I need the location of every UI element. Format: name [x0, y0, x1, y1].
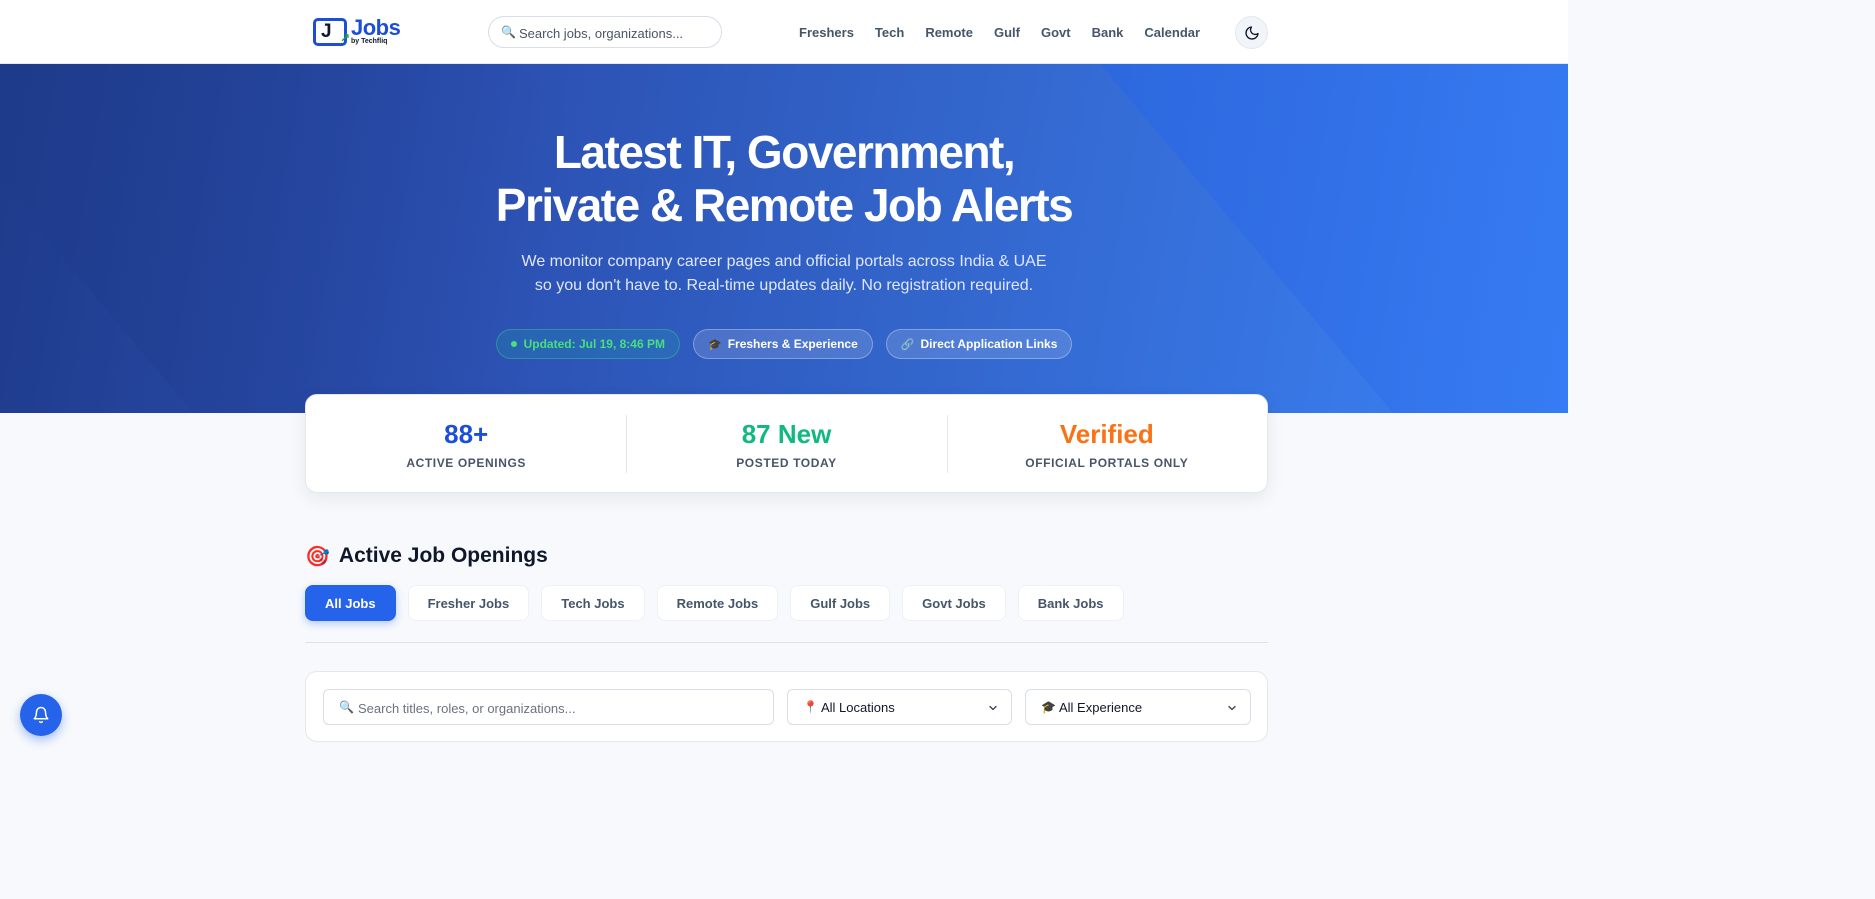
job-category-tabs: All Jobs Fresher Jobs Tech Jobs Remote J…: [305, 585, 1124, 621]
graduation-cap-icon: 🎓: [1041, 700, 1056, 714]
tab-govt-jobs[interactable]: Govt Jobs: [902, 585, 1006, 621]
stat-value: 88+: [444, 419, 489, 449]
nav-govt[interactable]: Govt: [1041, 25, 1071, 40]
header-search: 🔍: [488, 16, 722, 48]
tab-gulf-jobs[interactable]: Gulf Jobs: [790, 585, 891, 621]
stat-label: POSTED TODAY: [736, 456, 837, 470]
links-badge: 🔗 Direct Application Links: [885, 329, 1073, 359]
nav-tech[interactable]: Tech: [875, 25, 904, 40]
logo-subtext: by Techfliq: [351, 38, 388, 45]
target-icon: 🎯: [305, 545, 330, 568]
stat-label: ACTIVE OPENINGS: [406, 456, 526, 470]
bell-icon: [33, 706, 49, 724]
location-select[interactable]: 📍 All Locations: [787, 689, 1012, 725]
updated-text: Updated: Jul 19, 8:46 PM: [523, 337, 665, 351]
moon-icon: [1245, 26, 1259, 40]
hero-pills: Updated: Jul 19, 8:46 PM 🎓 Freshers & Ex…: [0, 329, 1568, 359]
site-logo[interactable]: J ↗ Jobs by Techfliq: [313, 15, 405, 48]
top-header: J↗ Jobs by Techfliq 🔍 Freshers Tech Remo…: [0, 0, 1568, 64]
stats-card: 88+ ACTIVE OPENINGS 87 New POSTED TODAY …: [305, 394, 1268, 493]
filter-bar: 🔍 📍 All Locations 🎓 All Experience: [305, 671, 1268, 742]
nav-bank[interactable]: Bank: [1092, 25, 1124, 40]
hero-subtitle-line1: We monitor company career pages and offi…: [521, 253, 1047, 270]
tab-bank-jobs[interactable]: Bank Jobs: [1017, 585, 1124, 621]
nav-calendar[interactable]: Calendar: [1144, 25, 1200, 40]
map-pin-icon: 📍: [803, 700, 818, 714]
live-dot-icon: [510, 341, 517, 347]
hero-title: Latest IT, Government, Private & Remote …: [0, 126, 1568, 232]
hero-decor-left: [0, 64, 813, 413]
nav-freshers[interactable]: Freshers: [799, 25, 854, 40]
tabs-divider: [305, 642, 1268, 643]
section-title: Active Job Openings: [338, 544, 548, 567]
tab-tech-jobs[interactable]: Tech Jobs: [541, 585, 645, 621]
nav-gulf[interactable]: Gulf: [994, 25, 1020, 40]
stat-value: Verified: [1059, 419, 1154, 449]
notification-bell-button[interactable]: [20, 694, 62, 736]
location-select-value: All Locations: [821, 700, 895, 715]
search-icon: 🔍: [501, 25, 516, 39]
hero-decor-right: [1100, 64, 1568, 413]
tab-all-jobs[interactable]: All Jobs: [305, 585, 396, 621]
hero-title-line2: Private & Remote Job Alerts: [495, 179, 1074, 231]
hero-subtitle: We monitor company career pages and offi…: [0, 250, 1568, 298]
growth-arrow-icon: ↗: [339, 31, 350, 45]
stat-value: 87 New: [741, 419, 832, 449]
graduation-cap-icon: 🎓: [707, 338, 722, 351]
hero-title-line1: Latest IT, Government,: [553, 126, 1016, 178]
nav-remote[interactable]: Remote: [925, 25, 973, 40]
hero-subtitle-line2: so you don't have to. Real-time updates …: [534, 277, 1034, 294]
stat-posted-today: 87 New POSTED TODAY: [626, 395, 946, 492]
experience-badge-text: Freshers & Experience: [727, 337, 858, 351]
stat-label: OFFICIAL PORTALS ONLY: [1025, 456, 1189, 470]
hero-banner: Latest IT, Government, Private & Remote …: [0, 64, 1568, 413]
stat-active-openings: 88+ ACTIVE OPENINGS: [306, 395, 626, 492]
job-search-input[interactable]: [358, 698, 758, 718]
search-icon: 🔍: [339, 700, 354, 714]
updated-badge: Updated: Jul 19, 8:46 PM: [495, 329, 680, 359]
experience-select[interactable]: 🎓 All Experience: [1025, 689, 1251, 725]
stat-verified: Verified OFFICIAL PORTALS ONLY: [946, 395, 1267, 492]
job-search-field: 🔍: [323, 689, 774, 725]
chevron-down-icon: [1228, 705, 1236, 711]
chevron-down-icon: [989, 705, 997, 711]
section-heading: 🎯 Active Job Openings: [305, 542, 548, 570]
tab-fresher-jobs[interactable]: Fresher Jobs: [407, 585, 530, 621]
header-search-input[interactable]: [519, 23, 715, 43]
links-badge-text: Direct Application Links: [920, 337, 1058, 351]
link-icon: 🔗: [900, 338, 915, 351]
logo-mark: J ↗: [313, 18, 350, 46]
main-nav: Freshers Tech Remote Gulf Govt Bank Cale…: [799, 0, 1221, 64]
tab-remote-jobs[interactable]: Remote Jobs: [656, 585, 779, 621]
experience-badge: 🎓 Freshers & Experience: [692, 329, 873, 359]
experience-select-value: All Experience: [1059, 700, 1143, 715]
theme-toggle-button[interactable]: [1235, 16, 1268, 49]
